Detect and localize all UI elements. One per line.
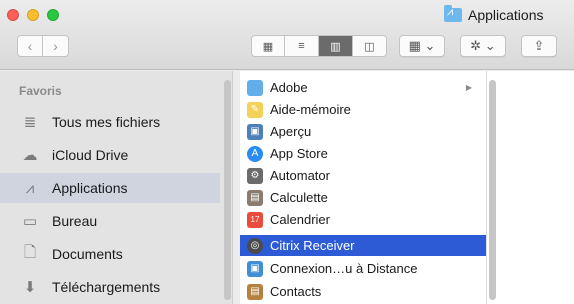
disclosure-arrow-icon: ▶ [465, 83, 472, 92]
list-item-calculette[interactable]: ▤ Calculette [240, 187, 486, 208]
column-view-icon: ▥ [330, 40, 341, 53]
share-button[interactable]: ⇪ [521, 35, 557, 57]
calculator-icon: ▤ [247, 189, 263, 206]
list-item-citrix-receiver[interactable]: ◎ Citrix Receiver [240, 235, 486, 256]
forward-button[interactable]: › [43, 35, 69, 57]
sidebar-item-applications[interactable]: ⩘ Applications [0, 173, 220, 203]
gear-icon: ✲ ⌄ [470, 38, 496, 53]
sidebar-item-label: Tous mes fichiers [52, 114, 161, 130]
file-name: Contacts [270, 284, 322, 299]
list-item-adobe[interactable]: Adobe ▶ [240, 77, 486, 98]
automator-icon: ⚙ [247, 167, 263, 184]
folder-icon [247, 79, 263, 96]
desktop-icon: ▭ [22, 213, 38, 230]
window-controls [7, 9, 59, 21]
file-name: App Store [270, 146, 328, 161]
finder-toolbar: Applications ‹ › ▦ ≡ ▥ ◫ ▦ ⌄ ✲ ⌄ ⇪ [0, 0, 574, 70]
file-name: Calculette [270, 190, 328, 205]
list-item-aide-memoire[interactable]: ✎ Aide-mémoire [240, 99, 486, 120]
list-item-calendrier[interactable]: 17 Calendrier [240, 209, 486, 230]
sidebar-item-label: Téléchargements [52, 279, 161, 295]
back-button[interactable]: ‹ [17, 35, 43, 57]
list-view-icon: ≡ [298, 40, 305, 52]
window-title-text: Applications [468, 7, 544, 23]
applications-folder-icon [444, 5, 462, 22]
view-mode-buttons: ▦ ≡ ▥ ◫ [251, 35, 387, 57]
sidebar-item-downloads[interactable]: ⬇ Téléchargements [0, 272, 220, 302]
action-button[interactable]: ✲ ⌄ [460, 35, 506, 57]
file-name: Aperçu [270, 124, 312, 139]
sidebar-scrollbar[interactable] [224, 80, 231, 300]
app-store-icon: A [247, 145, 263, 162]
file-name: Calendrier [270, 212, 330, 227]
preview-icon: ▣ [247, 123, 263, 140]
coverflow-view-button[interactable]: ◫ [353, 35, 387, 57]
cloud-icon: ☁ [22, 147, 38, 164]
contacts-icon: ▤ [247, 283, 263, 300]
sidebar-item-documents[interactable]: 🗋 Documents [0, 239, 220, 269]
column-view-button[interactable]: ▥ [319, 35, 353, 57]
window-title: Applications [444, 4, 544, 26]
remote-desktop-icon: ▣ [247, 260, 263, 277]
sidebar-item-desktop[interactable]: ▭ Bureau [0, 206, 220, 236]
chevron-left-icon: ‹ [27, 38, 33, 54]
sidebar-item-label: Documents [52, 246, 123, 262]
sidebar-item-all-files[interactable]: ≣ Tous mes fichiers [0, 107, 220, 137]
zoom-window-button[interactable] [47, 9, 59, 21]
applications-icon: ⩘ [25, 179, 35, 197]
document-icon: 🗋 [23, 243, 37, 261]
list-item-connexion-bureau-distance[interactable]: ▣ Connexion…u à Distance [240, 258, 486, 279]
arrange-icon: ▦ ⌄ [408, 38, 436, 53]
file-name: Adobe [270, 80, 308, 95]
close-window-button[interactable] [7, 9, 19, 21]
download-icon: ⬇ [23, 279, 37, 296]
next-column [486, 71, 574, 304]
sidebar-item-icloud-drive[interactable]: ☁ iCloud Drive [0, 140, 220, 170]
sidebar-item-label: Bureau [52, 213, 98, 229]
citrix-receiver-icon: ◎ [247, 237, 263, 254]
all-files-icon: ≣ [23, 114, 37, 131]
column-scrollbar[interactable] [489, 80, 496, 300]
arrange-button[interactable]: ▦ ⌄ [399, 35, 445, 57]
list-item-app-store[interactable]: A App Store [240, 143, 486, 164]
file-name: Automator [270, 168, 330, 183]
stickies-icon: ✎ [247, 101, 263, 118]
list-item-apercu[interactable]: ▣ Aperçu [240, 121, 486, 142]
sidebar-divider [232, 71, 233, 304]
navigation-buttons: ‹ › [17, 35, 69, 57]
list-view-button[interactable]: ≡ [285, 35, 319, 57]
sidebar: Favoris ≣ Tous mes fichiers ☁ iCloud Dri… [0, 71, 232, 304]
file-name: Citrix Receiver [270, 238, 355, 253]
minimize-window-button[interactable] [27, 9, 39, 21]
list-item-automator[interactable]: ⚙ Automator [240, 165, 486, 186]
share-icon: ⇪ [533, 38, 545, 53]
sidebar-item-label: Applications [52, 180, 128, 196]
file-name: Connexion…u à Distance [270, 261, 418, 276]
sidebar-section-favorites: Favoris [19, 84, 62, 98]
icon-view-button[interactable]: ▦ [251, 35, 285, 57]
icon-view-icon: ▦ [262, 40, 274, 53]
list-item-contacts[interactable]: ▤ Contacts [240, 281, 486, 302]
file-name: Aide-mémoire [270, 102, 351, 117]
chevron-right-icon: › [53, 38, 58, 54]
coverflow-view-icon: ◫ [364, 40, 375, 53]
sidebar-item-label: iCloud Drive [52, 147, 129, 163]
applications-column: Adobe ▶ ✎ Aide-mémoire ▣ Aperçu A App St… [240, 71, 486, 304]
calendar-icon: 17 [247, 211, 263, 228]
